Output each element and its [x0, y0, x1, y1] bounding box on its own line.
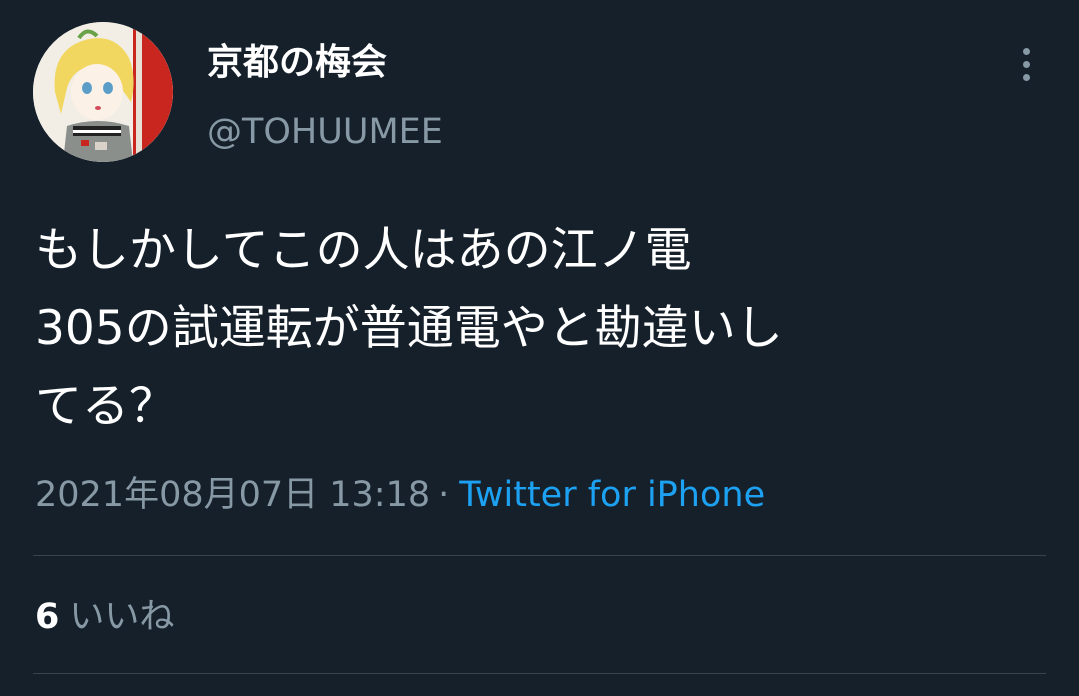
- user-handle[interactable]: @TOHUUMEE: [207, 108, 443, 156]
- likes-stat[interactable]: 6 いいね: [35, 592, 174, 642]
- tweet-timestamp[interactable]: 2021年08月07日 13:18: [35, 475, 430, 515]
- divider: [33, 555, 1046, 556]
- divider: [33, 673, 1046, 674]
- avatar[interactable]: [33, 22, 173, 162]
- more-vertical-icon-dot: [1022, 60, 1030, 68]
- more-options-button[interactable]: [1008, 40, 1044, 88]
- more-vertical-icon-dot: [1022, 73, 1030, 81]
- display-name[interactable]: 京都の梅会: [207, 38, 387, 88]
- tweet-text-line: 305の試運転が普通電やと勘違いし: [35, 301, 783, 356]
- tweet-text-line: てる？: [35, 379, 176, 434]
- likes-count: 6: [35, 597, 60, 637]
- tweet-source-link[interactable]: Twitter for iPhone: [459, 475, 765, 515]
- more-vertical-icon: [1022, 47, 1030, 55]
- tweet-text-line: もしかしてこの人はあの江ノ電: [35, 223, 692, 278]
- tweet-text: もしかしてこの人はあの江ノ電 305の試運転が普通電やと勘違いし てる？: [35, 212, 1045, 446]
- meta-separator: ·: [438, 475, 450, 515]
- likes-label: いいね: [69, 597, 175, 637]
- avatar-image: [33, 22, 173, 162]
- tweet-meta: 2021年08月07日 13:18 · Twitter for iPhone: [35, 470, 765, 520]
